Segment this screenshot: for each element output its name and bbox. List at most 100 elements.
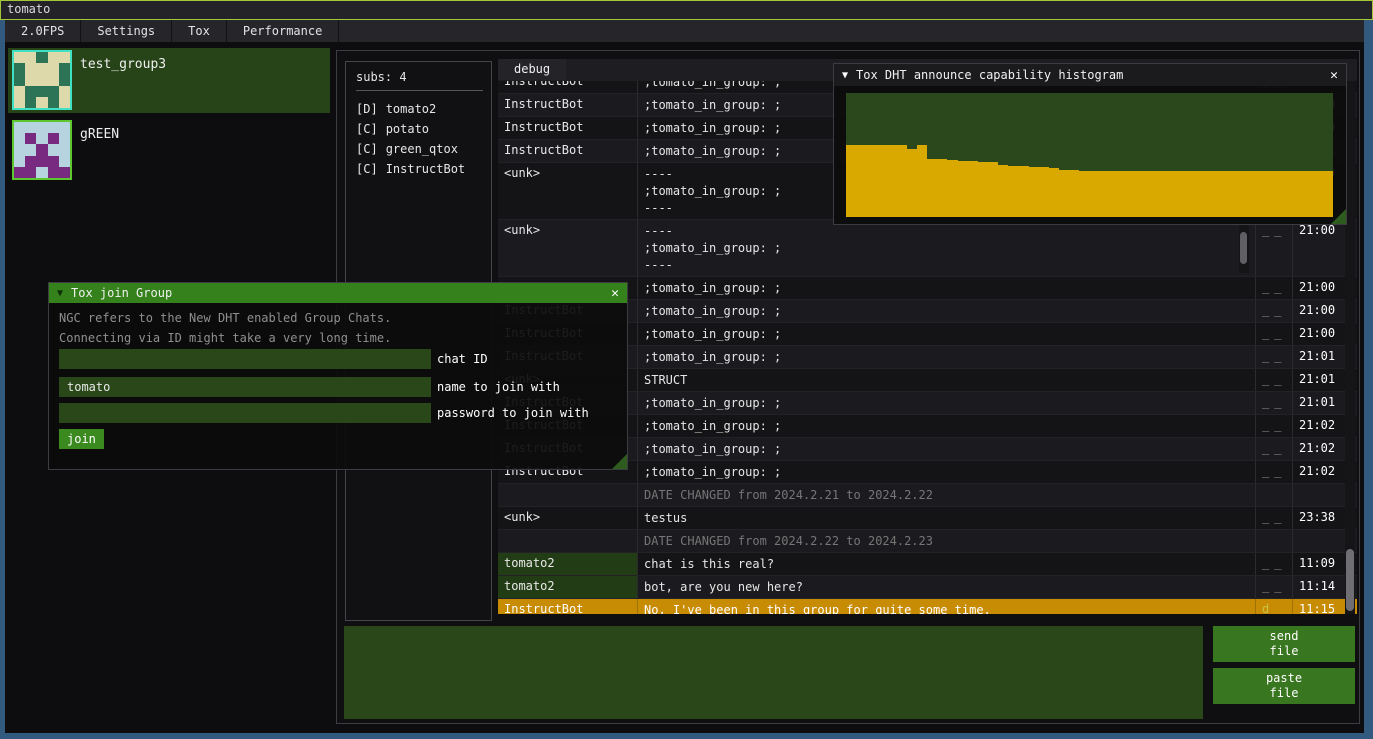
scrollbar-thumb[interactable] <box>1346 549 1354 611</box>
message-status: __ <box>1256 392 1293 414</box>
menu-item[interactable]: Performance <box>227 20 339 42</box>
dht-histogram-window: ▼ Tox DHT announce capability histogram … <box>833 63 1347 225</box>
chat-message-row[interactable]: tomato2 bot, are you new here? __ 11:14 <box>498 576 1357 599</box>
menu-item[interactable]: Tox <box>172 20 227 42</box>
dht-histogram-plot <box>846 93 1333 217</box>
message-status: __ <box>1256 323 1293 345</box>
histogram-bar <box>947 160 957 217</box>
members-separator <box>356 90 483 91</box>
group-avatar <box>12 50 72 110</box>
close-icon[interactable]: ✕ <box>1330 68 1338 83</box>
join-name-field[interactable] <box>59 377 431 397</box>
join-description-line2: Connecting via ID might take a very long… <box>59 331 391 345</box>
message-time: 21:02 <box>1293 461 1342 483</box>
histogram-bar <box>958 161 968 217</box>
member-name: green_qtox <box>386 142 458 156</box>
delivery-mark: _ <box>1262 418 1269 432</box>
member-connection-tag: [C] <box>356 162 378 176</box>
message-text: ;tomato_in_group: ; <box>638 323 1256 345</box>
delivery-mark: _ <box>1262 464 1269 478</box>
menu-item[interactable]: Settings <box>81 20 172 42</box>
read-mark: _ <box>1274 510 1281 524</box>
paste-file-button[interactable]: paste file <box>1213 668 1355 704</box>
tab-debug[interactable]: debug <box>498 59 566 80</box>
histogram-bar <box>927 159 937 217</box>
scrollbar-thumb[interactable] <box>1240 232 1247 264</box>
join-button[interactable]: join <box>59 429 104 449</box>
histogram-bar <box>1302 171 1312 217</box>
close-icon[interactable]: ✕ <box>611 286 619 301</box>
resize-grip[interactable] <box>612 454 627 469</box>
app-frame: 2.0FPS Settings Tox Performance test_gro… <box>0 20 1373 739</box>
resize-grip[interactable] <box>1331 209 1346 224</box>
histogram-bar <box>1120 171 1130 217</box>
message-input[interactable] <box>344 626 1203 719</box>
read-mark: _ <box>1274 280 1281 294</box>
group-row[interactable]: test_group3 <box>8 48 330 113</box>
chat-message-row[interactable]: DATE CHANGED from 2024.2.22 to 2024.2.23 <box>498 530 1357 553</box>
message-time: 23:38 <box>1293 507 1342 529</box>
member-item[interactable]: [C]InstructBot <box>356 159 491 179</box>
histogram-bar <box>1160 171 1170 217</box>
delivery-mark: _ <box>1262 510 1269 524</box>
message-text: ;tomato_in_group: ; <box>638 346 1256 368</box>
histogram-bar <box>1181 171 1191 217</box>
chat-id-field[interactable] <box>59 349 431 369</box>
message-inline-scrollbar[interactable] <box>1239 225 1249 273</box>
message-text: ;tomato_in_group: ; <box>638 415 1256 437</box>
message-text: ;tomato_in_group: ; <box>638 277 1256 299</box>
message-time: 21:00 <box>1293 277 1342 299</box>
join-group-title-bar[interactable]: ▼ Tox join Group ✕ <box>49 283 627 303</box>
message-status: d_ <box>1256 599 1293 614</box>
histogram-bar <box>887 145 897 217</box>
read-mark: _ <box>1274 395 1281 409</box>
histogram-bar <box>1079 171 1089 218</box>
member-item[interactable]: [D]tomato2 <box>356 99 491 119</box>
delivery-mark: d <box>1262 602 1269 614</box>
message-text: bot, are you new here? <box>638 576 1256 598</box>
read-mark: _ <box>1274 326 1281 340</box>
histogram-bar <box>1312 171 1322 217</box>
histogram-bar <box>1241 171 1251 217</box>
member-item[interactable]: [C]green_qtox <box>356 139 491 159</box>
menu-item[interactable]: 2.0FPS <box>5 20 81 42</box>
histogram-bar <box>846 145 856 217</box>
message-status: __ <box>1256 369 1293 391</box>
message-text: ;tomato_in_group: ; <box>638 392 1256 414</box>
message-status: __ <box>1256 438 1293 460</box>
collapse-icon[interactable]: ▼ <box>842 70 848 81</box>
send-file-button[interactable]: send file <box>1213 626 1355 662</box>
histogram-bar <box>1059 170 1069 217</box>
message-status <box>1256 484 1293 506</box>
histogram-bar <box>1292 171 1302 217</box>
message-time: 21:00 <box>1293 323 1342 345</box>
chat-message-row[interactable]: DATE CHANGED from 2024.2.21 to 2024.2.22 <box>498 484 1357 507</box>
histogram-bar <box>1171 171 1181 217</box>
message-status <box>1256 530 1293 552</box>
main-content: test_group3 gREEN subs: 4 [D]tomato2 <box>5 42 1364 733</box>
message-status: __ <box>1256 461 1293 483</box>
chat-message-row[interactable]: <unk> ---- ;tomato_in_group: ; ---- __ 2… <box>498 220 1357 277</box>
read-mark: _ <box>1274 372 1281 386</box>
message-status: __ <box>1256 220 1293 276</box>
chat-message-row[interactable]: InstructBot No, I've been in this group … <box>498 599 1357 614</box>
join-group-title: Tox join Group <box>71 286 172 300</box>
chat-message-row[interactable]: <unk> testus __ 23:38 <box>498 507 1357 530</box>
member-item[interactable]: [C]potato <box>356 119 491 139</box>
histogram-bar <box>897 145 907 217</box>
collapse-icon[interactable]: ▼ <box>57 288 63 299</box>
message-sender: <unk> <box>498 163 638 219</box>
delivery-mark: _ <box>1262 303 1269 317</box>
message-sender: tomato2 <box>498 576 638 598</box>
member-connection-tag: [C] <box>356 122 378 136</box>
histogram-bar <box>1100 171 1110 217</box>
join-password-field[interactable] <box>59 403 431 423</box>
histogram-bar <box>978 162 988 217</box>
histogram-title-bar[interactable]: ▼ Tox DHT announce capability histogram … <box>834 64 1346 86</box>
message-time: 21:01 <box>1293 392 1342 414</box>
chat-message-row[interactable]: tomato2 chat is this real? __ 11:09 <box>498 553 1357 576</box>
group-row[interactable]: gREEN <box>8 118 330 183</box>
histogram-bar <box>876 145 886 217</box>
delivery-mark: _ <box>1262 395 1269 409</box>
read-mark: _ <box>1274 602 1281 614</box>
